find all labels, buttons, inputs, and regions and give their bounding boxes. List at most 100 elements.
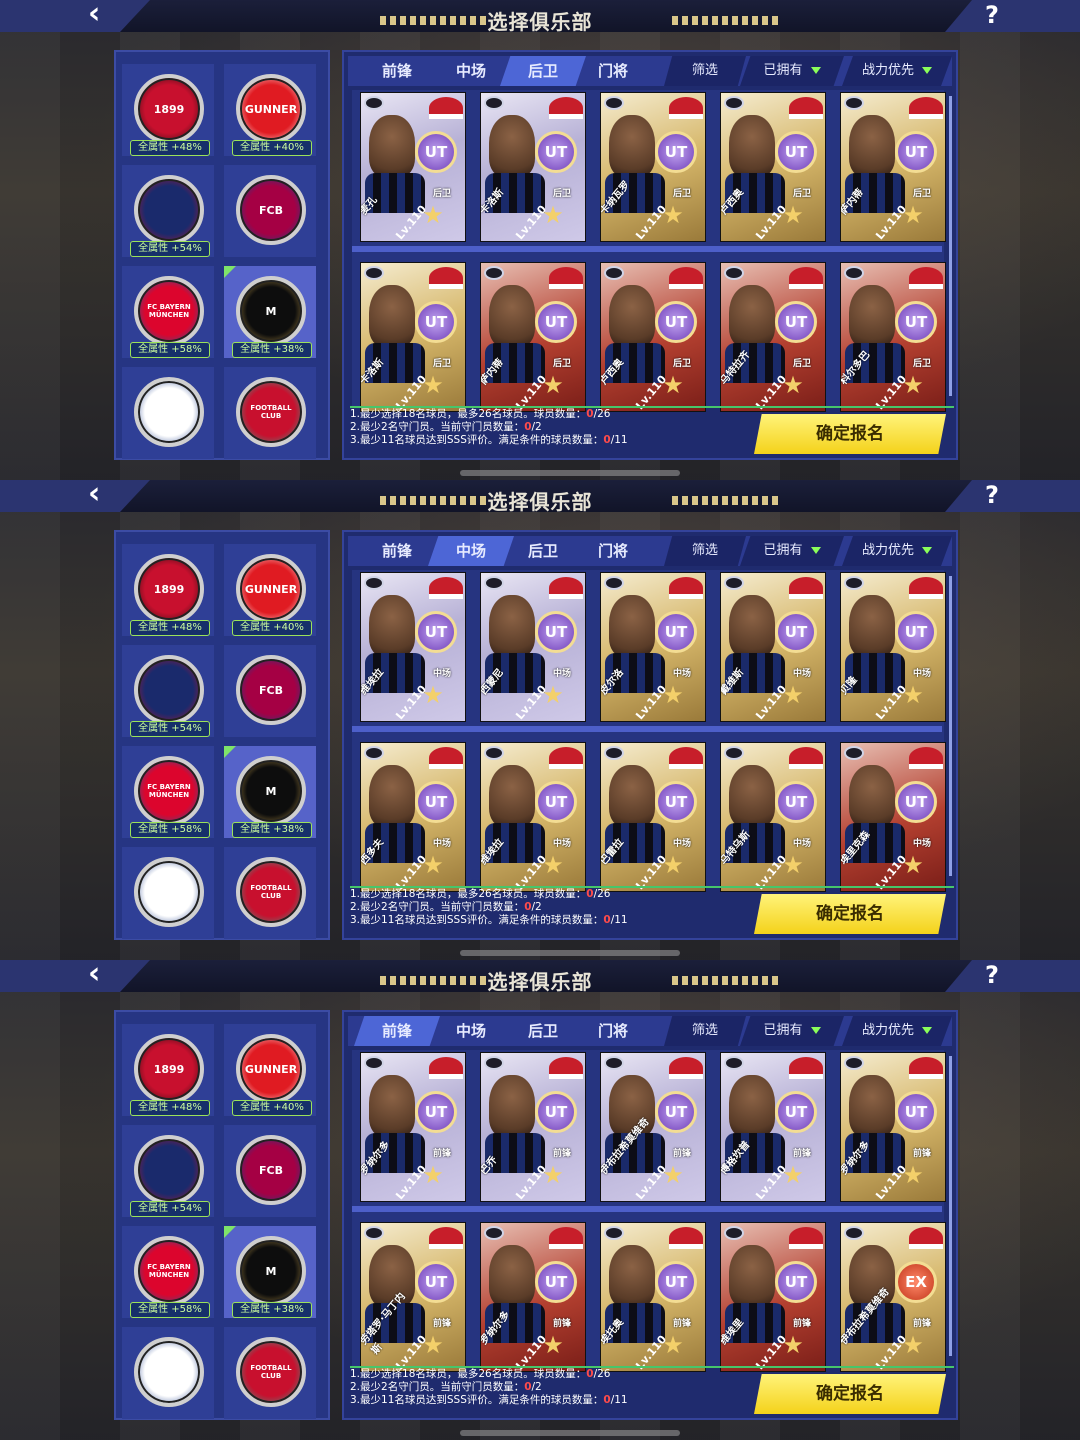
player-card[interactable]: UT 中场 ★ 埃里克森 Lv.110	[840, 742, 946, 892]
club-item[interactable]: GUNNER 全属性 +40%	[224, 1024, 316, 1116]
club-item[interactable]: M 全属性 +38%	[224, 1226, 316, 1318]
player-card[interactable]: UT 中场 ★ 巴雷拉 Lv.110	[600, 742, 706, 892]
player-card[interactable]: UT 中场 ★ 马特乌斯 Lv.110	[720, 742, 826, 892]
player-card[interactable]: UT 后卫 ★ 科尔多巴 Lv.110	[840, 262, 946, 412]
eye-icon[interactable]	[724, 96, 744, 110]
club-item[interactable]: FC BAYERN MÜNCHEN 全属性 +58%	[122, 1226, 214, 1318]
player-card[interactable]: UT 前锋 ★ 维埃里 Lv.110	[720, 1222, 826, 1372]
club-item[interactable]: FCB	[224, 645, 316, 737]
eye-icon[interactable]	[844, 96, 864, 110]
scrollbar[interactable]	[949, 96, 952, 396]
eye-icon[interactable]	[604, 576, 624, 590]
club-item[interactable]: FOOTBALL CLUB	[224, 1327, 316, 1419]
player-card[interactable]: EX 前锋 ★ 伊布拉希莫维奇 Lv.110	[840, 1222, 946, 1372]
club-item[interactable]	[122, 847, 214, 939]
club-item[interactable]: M 全属性 +38%	[224, 746, 316, 838]
eye-icon[interactable]	[724, 576, 744, 590]
player-card[interactable]: UT 前锋 ★ 伊布拉希莫维奇 Lv.110	[600, 1052, 706, 1202]
tab-position[interactable]: 门将	[570, 56, 656, 86]
eye-icon[interactable]	[484, 746, 504, 760]
confirm-signup-button[interactable]: 确定报名	[754, 894, 946, 934]
player-card[interactable]: UT 中场 ★ 皮尔洛 Lv.110	[600, 572, 706, 722]
eye-icon[interactable]	[724, 1226, 744, 1240]
club-item[interactable]: 1899 全属性 +48%	[122, 544, 214, 636]
player-card[interactable]: UT 后卫 ★ 萨内蒂 Lv.110	[840, 92, 946, 242]
eye-icon[interactable]	[484, 266, 504, 280]
tab-position[interactable]: 中场	[428, 56, 514, 86]
eye-icon[interactable]	[604, 1056, 624, 1070]
player-card[interactable]: UT 中场 ★ 戴维斯 Lv.110	[720, 572, 826, 722]
eye-icon[interactable]	[484, 1056, 504, 1070]
eye-icon[interactable]	[364, 576, 384, 590]
player-card[interactable]: UT 前锋 ★ 罗纳尔多 Lv.110	[360, 1052, 466, 1202]
club-item[interactable]: FOOTBALL CLUB	[224, 367, 316, 459]
eye-icon[interactable]	[364, 1226, 384, 1240]
club-item[interactable]: 1899 全属性 +48%	[122, 64, 214, 156]
owned-dropdown[interactable]: 已拥有	[740, 56, 844, 86]
eye-icon[interactable]	[724, 266, 744, 280]
player-card[interactable]: UT 前锋 ★ 巴乔 Lv.110	[480, 1052, 586, 1202]
club-item[interactable]: GUNNER 全属性 +40%	[224, 544, 316, 636]
club-item[interactable]: 全属性 +54%	[122, 645, 214, 737]
player-card[interactable]: UT 中场 ★ 维埃拉 Lv.110	[480, 742, 586, 892]
club-item[interactable]: FCB	[224, 1125, 316, 1217]
eye-icon[interactable]	[724, 746, 744, 760]
sort-dropdown[interactable]: 战力优先	[842, 1016, 952, 1046]
eye-icon[interactable]	[724, 1056, 744, 1070]
club-item[interactable]: FOOTBALL CLUB	[224, 847, 316, 939]
player-card[interactable]: UT 后卫 ★ 卡洛斯 Lv.110	[360, 262, 466, 412]
filter-button[interactable]: 筛选	[664, 536, 746, 566]
help-button[interactable]: ?	[945, 960, 1080, 992]
eye-icon[interactable]	[604, 96, 624, 110]
tab-position[interactable]: 前锋	[354, 536, 440, 566]
player-card[interactable]: UT 前锋 ★ 罗纳尔多 Lv.110	[480, 1222, 586, 1372]
player-card[interactable]: UT 前锋 ★ 博格坎普 Lv.110	[720, 1052, 826, 1202]
player-card[interactable]: UT 后卫 ★ 麦孔 Lv.110	[360, 92, 466, 242]
eye-icon[interactable]	[484, 576, 504, 590]
eye-icon[interactable]	[364, 96, 384, 110]
player-card[interactable]: UT 前锋 ★ 埃托奥 Lv.110	[600, 1222, 706, 1372]
player-card[interactable]: UT 前锋 ★ 罗纳尔多 Lv.110	[840, 1052, 946, 1202]
eye-icon[interactable]	[364, 746, 384, 760]
confirm-signup-button[interactable]: 确定报名	[754, 1374, 946, 1414]
player-card[interactable]: UT 前锋 ★ 劳塔罗·马丁内斯 Lv.110	[360, 1222, 466, 1372]
eye-icon[interactable]	[604, 746, 624, 760]
tab-position[interactable]: 门将	[570, 1016, 656, 1046]
eye-icon[interactable]	[364, 266, 384, 280]
filter-button[interactable]: 筛选	[664, 56, 746, 86]
player-card[interactable]: UT 中场 ★ 贝隆 Lv.110	[840, 572, 946, 722]
eye-icon[interactable]	[844, 266, 864, 280]
player-card[interactable]: UT 后卫 ★ 卢西奥 Lv.110	[720, 92, 826, 242]
club-item[interactable]: FCB	[224, 165, 316, 257]
help-button[interactable]: ?	[945, 0, 1080, 32]
scrollbar[interactable]	[949, 576, 952, 876]
owned-dropdown[interactable]: 已拥有	[740, 1016, 844, 1046]
tab-position[interactable]: 门将	[570, 536, 656, 566]
club-item[interactable]	[122, 1327, 214, 1419]
eye-icon[interactable]	[844, 1056, 864, 1070]
club-item[interactable]: FC BAYERN MÜNCHEN 全属性 +58%	[122, 746, 214, 838]
player-card[interactable]: UT 后卫 ★ 卢西奥 Lv.110	[600, 262, 706, 412]
player-card[interactable]: UT 后卫 ★ 马特拉齐 Lv.110	[720, 262, 826, 412]
scrollbar[interactable]	[949, 1056, 952, 1356]
eye-icon[interactable]	[484, 1226, 504, 1240]
confirm-signup-button[interactable]: 确定报名	[754, 414, 946, 454]
sort-dropdown[interactable]: 战力优先	[842, 536, 952, 566]
club-item[interactable]: FC BAYERN MÜNCHEN 全属性 +58%	[122, 266, 214, 358]
eye-icon[interactable]	[604, 1226, 624, 1240]
eye-icon[interactable]	[364, 1056, 384, 1070]
player-card[interactable]: UT 中场 ★ 维埃拉 Lv.110	[360, 572, 466, 722]
sort-dropdown[interactable]: 战力优先	[842, 56, 952, 86]
eye-icon[interactable]	[844, 746, 864, 760]
owned-dropdown[interactable]: 已拥有	[740, 536, 844, 566]
player-card[interactable]: UT 中场 ★ 西多夫 Lv.110	[360, 742, 466, 892]
filter-button[interactable]: 筛选	[664, 1016, 746, 1046]
eye-icon[interactable]	[604, 266, 624, 280]
club-item[interactable]: 1899 全属性 +48%	[122, 1024, 214, 1116]
eye-icon[interactable]	[844, 576, 864, 590]
player-card[interactable]: UT 后卫 ★ 萨内蒂 Lv.110	[480, 262, 586, 412]
player-card[interactable]: UT 后卫 ★ 卡纳瓦罗 Lv.110	[600, 92, 706, 242]
eye-icon[interactable]	[844, 1226, 864, 1240]
club-item[interactable]	[122, 367, 214, 459]
player-card[interactable]: UT 中场 ★ 西蒙尼 Lv.110	[480, 572, 586, 722]
